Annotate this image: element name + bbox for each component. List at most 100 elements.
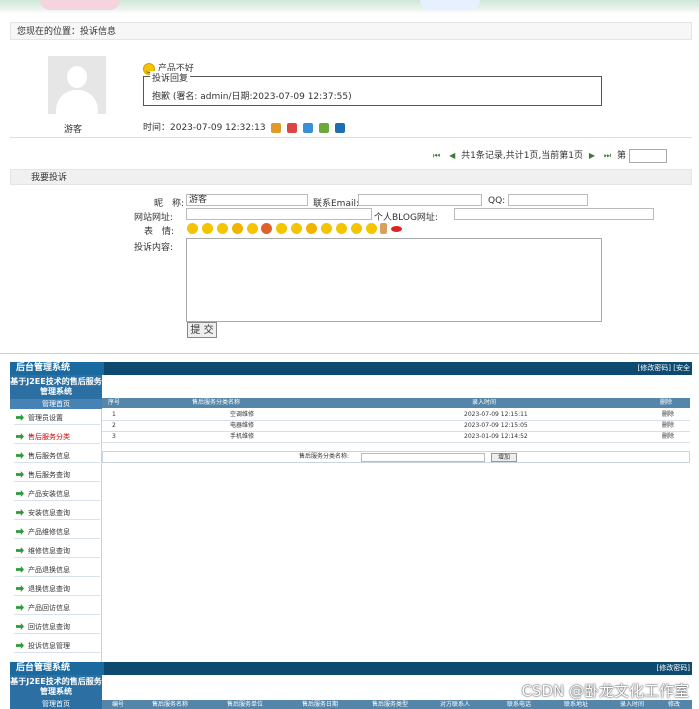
qq-field[interactable] bbox=[508, 194, 588, 206]
sidebar-item[interactable]: 售后服务分类 bbox=[14, 430, 100, 444]
table-row: 1 空调维修 2023-07-09 12:15:11 删除 bbox=[102, 410, 690, 421]
sidebar-item[interactable]: 产品维修信息 bbox=[14, 525, 100, 539]
sidebar-item[interactable]: 维修信息查询 bbox=[14, 544, 100, 558]
column-header: 修改 bbox=[668, 701, 681, 708]
reply-text: 抱歉 (署名: admin/日期:2023-07-09 12:37:55) bbox=[152, 92, 352, 102]
category-name-input[interactable] bbox=[361, 453, 485, 462]
username: 游客 bbox=[64, 125, 83, 135]
sidebar-home-link[interactable]: 管理首页 bbox=[10, 699, 102, 709]
sidebar-item[interactable]: 回访信息查询 bbox=[14, 620, 100, 634]
email-field[interactable] bbox=[358, 194, 482, 206]
thumb-icon[interactable] bbox=[380, 223, 388, 234]
emoji-icon[interactable] bbox=[306, 223, 317, 234]
email-icon[interactable] bbox=[303, 122, 314, 133]
cell-time: 2023-01-09 12:14:52 bbox=[464, 433, 528, 440]
emoji-icon[interactable] bbox=[201, 223, 213, 234]
sidebar-item[interactable]: 产品回访信息 bbox=[14, 601, 100, 615]
emoji-icon[interactable] bbox=[231, 223, 243, 234]
sidebar-title: 基于J2EE技术的售后服务管理系统 bbox=[10, 677, 102, 696]
sidebar-item[interactable]: 退换信息查询 bbox=[14, 582, 100, 596]
cell-no: 3 bbox=[112, 433, 116, 440]
emoji-icon[interactable] bbox=[261, 223, 273, 234]
column-header: 序号 bbox=[108, 399, 121, 406]
column-header: 售后服务名称 bbox=[152, 701, 189, 708]
sidebar-home-link[interactable]: 管理首页 bbox=[10, 399, 102, 409]
sidebar-item[interactable]: 售后服务信息 bbox=[14, 449, 100, 463]
column-header: 联系电话 bbox=[507, 701, 532, 708]
column-header: 售后服务单位 bbox=[227, 701, 264, 708]
add-button[interactable]: 增加 bbox=[491, 453, 517, 462]
arrow-icon bbox=[16, 490, 24, 497]
admin-logo: 后台管理系统 bbox=[10, 362, 104, 375]
avatar bbox=[48, 56, 106, 114]
emoji-icon[interactable] bbox=[335, 223, 347, 234]
submit-button[interactable]: 提 交 bbox=[187, 322, 217, 338]
reply-legend: 投诉回复 bbox=[150, 71, 191, 84]
content-textarea[interactable] bbox=[186, 238, 602, 322]
emoji-icon[interactable] bbox=[216, 223, 228, 234]
emoji-icon[interactable] bbox=[291, 223, 303, 234]
cell-no: 2 bbox=[112, 422, 116, 429]
cell-time: 2023-07-09 12:15:11 bbox=[464, 411, 528, 418]
nickname-field[interactable]: 游客 bbox=[186, 194, 308, 206]
emoji-icon[interactable] bbox=[276, 223, 288, 234]
admin2-top-links[interactable]: [修改密码] bbox=[560, 662, 690, 675]
arrow-icon bbox=[16, 566, 24, 573]
prev-page-icon[interactable]: ◀ bbox=[449, 151, 455, 160]
sidebar-item[interactable]: 产品退换信息 bbox=[14, 563, 100, 577]
divider bbox=[10, 137, 692, 138]
next-page-icon[interactable]: ▶ bbox=[589, 151, 595, 160]
delete-link[interactable]: 删除 bbox=[662, 421, 674, 431]
sidebar-item[interactable]: 投诉信息管理 bbox=[14, 639, 100, 653]
banner-decoration bbox=[40, 0, 120, 10]
sidebar-item-label: 产品维修信息 bbox=[28, 528, 70, 536]
emoji-icon[interactable] bbox=[246, 223, 258, 234]
emoji-icon[interactable] bbox=[320, 223, 332, 234]
arrow-icon bbox=[16, 623, 24, 630]
sidebar-item[interactable]: 产品安装信息 bbox=[14, 487, 100, 501]
blog-icon[interactable] bbox=[334, 122, 345, 133]
homepage-field[interactable] bbox=[186, 208, 372, 220]
sidebar-item-label: 售后服务分类 bbox=[28, 433, 70, 441]
goto-label: 第 bbox=[617, 151, 627, 161]
lips-icon[interactable] bbox=[391, 225, 403, 232]
watermark: CSDN @卧龙文化工作室 bbox=[521, 682, 689, 700]
content-label: 投诉内容: bbox=[134, 243, 174, 253]
emoji-icon[interactable] bbox=[365, 223, 377, 234]
home-icon[interactable] bbox=[319, 122, 330, 133]
pager: ⏮ ◀ 共1条记录,共计1页,当前第1页 ▶ ⏭ 第 bbox=[430, 148, 667, 163]
cell-no: 1 bbox=[112, 411, 116, 418]
arrow-icon bbox=[16, 547, 24, 554]
column-header: 删除 bbox=[660, 399, 673, 406]
delete-link[interactable]: 删除 bbox=[662, 432, 674, 442]
delete-link[interactable]: 删除 bbox=[662, 410, 674, 420]
first-page-icon[interactable]: ⏮ bbox=[433, 151, 440, 160]
sidebar-item-label: 维修信息查询 bbox=[28, 547, 70, 555]
admin-top-links[interactable]: [修改密码] [安全 bbox=[560, 362, 690, 375]
last-page-icon[interactable]: ⏭ bbox=[604, 151, 611, 160]
arrow-icon bbox=[16, 604, 24, 611]
qq-label: QQ: bbox=[488, 196, 506, 206]
sidebar-item[interactable]: 安装信息查询 bbox=[14, 506, 100, 520]
emoji-icon[interactable] bbox=[350, 223, 362, 234]
emoji-icon[interactable] bbox=[187, 223, 198, 234]
cell-name: 电器维修 bbox=[230, 422, 255, 429]
column-header: 售后服务日期 bbox=[302, 701, 339, 708]
add-category-label: 售后服务分类名称: bbox=[299, 453, 350, 460]
location-bar: 您现在的位置：投诉信息 bbox=[10, 22, 692, 40]
time-row: 时间：2023-07-09 12:32:13 bbox=[143, 120, 345, 133]
qq-icon[interactable] bbox=[287, 122, 298, 133]
arrow-icon bbox=[16, 471, 24, 478]
admin-sidebar: 基于J2EE技术的售后服务管理系统 管理首页 管理员设置 售后服务分类 售后服务… bbox=[10, 375, 102, 662]
column-header: 联系地址 bbox=[564, 701, 589, 708]
user-info-icon[interactable] bbox=[271, 122, 282, 133]
sidebar-item[interactable]: 管理员设置 bbox=[14, 411, 100, 425]
cell-time: 2023-07-09 12:15:05 bbox=[464, 422, 528, 429]
sidebar-item[interactable]: 售后服务查询 bbox=[14, 468, 100, 482]
arrow-icon bbox=[16, 585, 24, 592]
table-row: 2 电器维修 2023-07-09 12:15:05 删除 bbox=[102, 421, 690, 432]
blog-field[interactable] bbox=[454, 208, 654, 220]
expression-label: 表 情: bbox=[144, 227, 175, 237]
sidebar-item-label: 售后服务信息 bbox=[28, 452, 70, 460]
page-number-input[interactable] bbox=[628, 148, 667, 163]
